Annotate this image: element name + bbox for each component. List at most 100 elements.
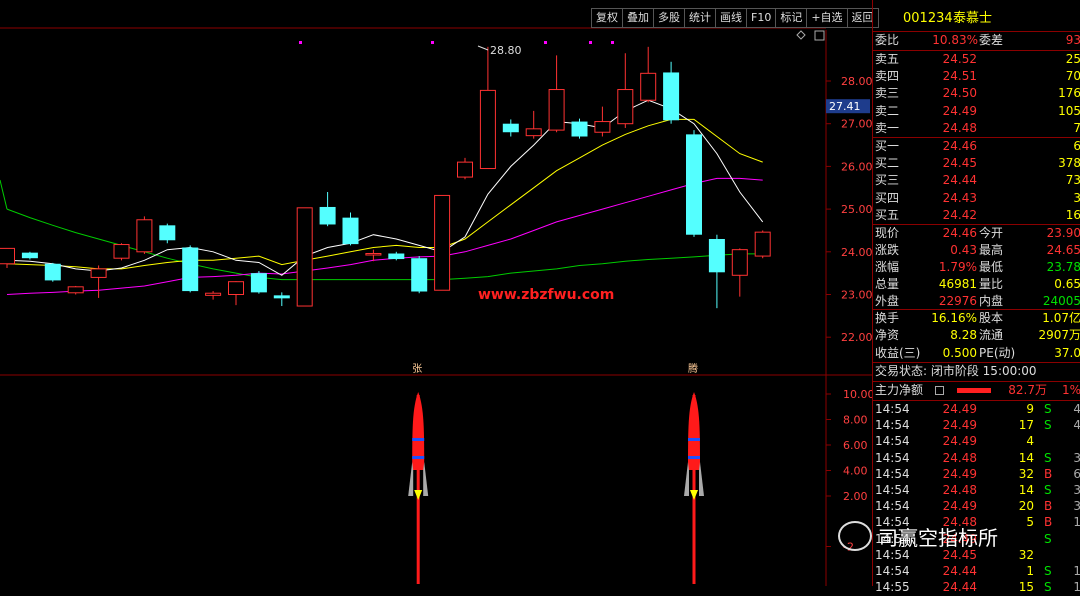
quote-value: 0.43 [950, 243, 977, 257]
tick-time: 14:54 [875, 499, 910, 514]
candle-body-down [21, 252, 38, 259]
fin-row: 收益(三) 0.500 PE(动) 37.0 [873, 345, 1080, 362]
price-tick-label: 23.00 [841, 289, 872, 302]
candle-body-up [0, 247, 15, 265]
toolbar-button-3[interactable]: 统计 [685, 8, 716, 28]
moving-average-lines [0, 99, 764, 295]
indicator-tick-label: 4.00 [843, 465, 868, 478]
flow-menu-icon[interactable] [935, 386, 944, 395]
bid-row: 买一 24.46 6 [873, 138, 1080, 155]
price-tick-label: 25.00 [841, 203, 872, 216]
indicator-tick-label: 2.00 [843, 490, 868, 503]
bid-label: 买三 [875, 173, 900, 188]
bid-row: 买四 24.43 3 [873, 190, 1080, 207]
ask-volume: 25 [1065, 52, 1080, 66]
main-flow-value: 82.7万 [1008, 383, 1047, 397]
tick-volume: 17 [1018, 418, 1034, 433]
main-flow-label: 主力净额 [875, 383, 924, 397]
candle-body-up [525, 128, 542, 137]
quote-row: 总量 46981 量比 0.65 [873, 276, 1080, 293]
weibi-row: 委比 10.83% 委差 93 [873, 32, 1080, 49]
watermark-text: 司赢空指标所 [878, 525, 998, 550]
tick-volume: 32 [1018, 466, 1034, 481]
tick-row: 14:54 24.44 1 S 1 [873, 563, 1080, 580]
quote-label: 总量 [875, 277, 900, 291]
tick-row: 14:54 24.49 20 B 3 [873, 498, 1080, 515]
toolbar-button-5[interactable]: F10 [747, 8, 777, 28]
window-icon [814, 30, 825, 41]
weicha-value: 93 [1065, 33, 1080, 47]
ask-price: 24.49 [942, 103, 977, 118]
tick-row: 14:54 24.49 32 B 6 [873, 466, 1080, 483]
quote-label: 现价 [875, 226, 900, 240]
toolbar-button-7[interactable]: +自选 [807, 8, 848, 28]
ask-volume: 7 [1073, 120, 1080, 135]
candle-body-up [617, 89, 634, 125]
tick-volume: 15 [1018, 580, 1034, 595]
ask-volume: 176 [1058, 86, 1080, 101]
bid-label: 买二 [875, 156, 900, 171]
rocket-band [412, 438, 425, 441]
toolbar-button-1[interactable]: 叠加 [623, 8, 654, 28]
ask-volume: 105 [1058, 103, 1080, 118]
fin-label: 换手 [875, 311, 900, 325]
ask-label: 卖五 [875, 52, 900, 66]
tick-row: 14:54 24.49 9 S 4 [873, 401, 1080, 418]
kline-chart[interactable]: 28.00 27.00 26.00 25.00 24.00 23.00 22.00 27.41… [0, 0, 872, 586]
rocket-flame [414, 490, 423, 500]
tick-count: 6 [1073, 466, 1080, 481]
candle-body-up [548, 89, 565, 131]
quote-row: 涨跌 0.43 最高 24.65 [873, 242, 1080, 259]
tick-side: B [1044, 466, 1053, 481]
quote-value: 1.79% [938, 260, 977, 274]
toolbar-button-2[interactable]: 多股 [654, 8, 685, 28]
toolbar-button-4[interactable]: 画线 [716, 8, 747, 28]
diamond-icon [796, 30, 806, 40]
marker-dot [589, 41, 592, 44]
bid-price: 24.44 [942, 173, 977, 188]
tick-price: 24.49 [942, 434, 977, 449]
ask-row: 卖二 24.49 105 [873, 103, 1080, 120]
tick-side: B [1044, 499, 1053, 514]
toolbar-button-0[interactable]: 复权 [591, 8, 623, 28]
stock-code: 001234 [903, 11, 953, 26]
bid-label: 买一 [875, 139, 900, 153]
candle-body-down [44, 263, 61, 281]
ask-label: 卖一 [875, 120, 900, 135]
tick-price: 24.49 [942, 466, 977, 481]
price-tick-label: 26.00 [841, 160, 872, 173]
quote-row: 涨幅 1.79% 最低 23.78 [873, 259, 1080, 276]
tick-side: S [1044, 402, 1052, 416]
ask-price: 24.48 [942, 120, 977, 135]
marker-dot [431, 41, 434, 44]
rocket-fin [699, 462, 704, 496]
price-tick-label: 28.00 [841, 75, 872, 88]
ask-label: 卖三 [875, 86, 900, 101]
wechat-icon [838, 521, 872, 551]
fin-value: 0.500 [942, 345, 977, 360]
tick-time: 14:54 [875, 402, 910, 416]
candle-body-up [296, 207, 313, 307]
ask-label: 卖四 [875, 69, 900, 84]
ma60-line-start [0, 179, 8, 210]
tick-time: 14:54 [875, 418, 910, 433]
indicator-tick-label: 8.00 [843, 414, 868, 427]
candle-body-up [434, 194, 451, 291]
price-tick-label: 27.00 [841, 118, 872, 131]
wechat-watermark: 司赢空指标所 [838, 521, 998, 551]
rocket-band [412, 456, 425, 459]
tick-side: S [1044, 580, 1052, 595]
indicator-panel: 10.008.006.004.002.00-2张腾 [408, 362, 872, 584]
tick-volume: 32 [1018, 547, 1034, 562]
candle-body-down [388, 253, 405, 260]
candle-body-down [686, 134, 702, 235]
ask-price: 24.50 [942, 86, 977, 101]
tick-volume: 5 [1026, 515, 1034, 530]
toolbar-button-6[interactable]: 标记 [776, 8, 808, 28]
flow-bar [957, 388, 991, 393]
tick-time: 14:54 [875, 434, 910, 449]
fin-value: 16.16% [931, 311, 977, 325]
fin-label: 收益(三) [875, 345, 921, 360]
candle-body-up [594, 121, 611, 133]
weibi-value: 10.83% [932, 33, 978, 47]
